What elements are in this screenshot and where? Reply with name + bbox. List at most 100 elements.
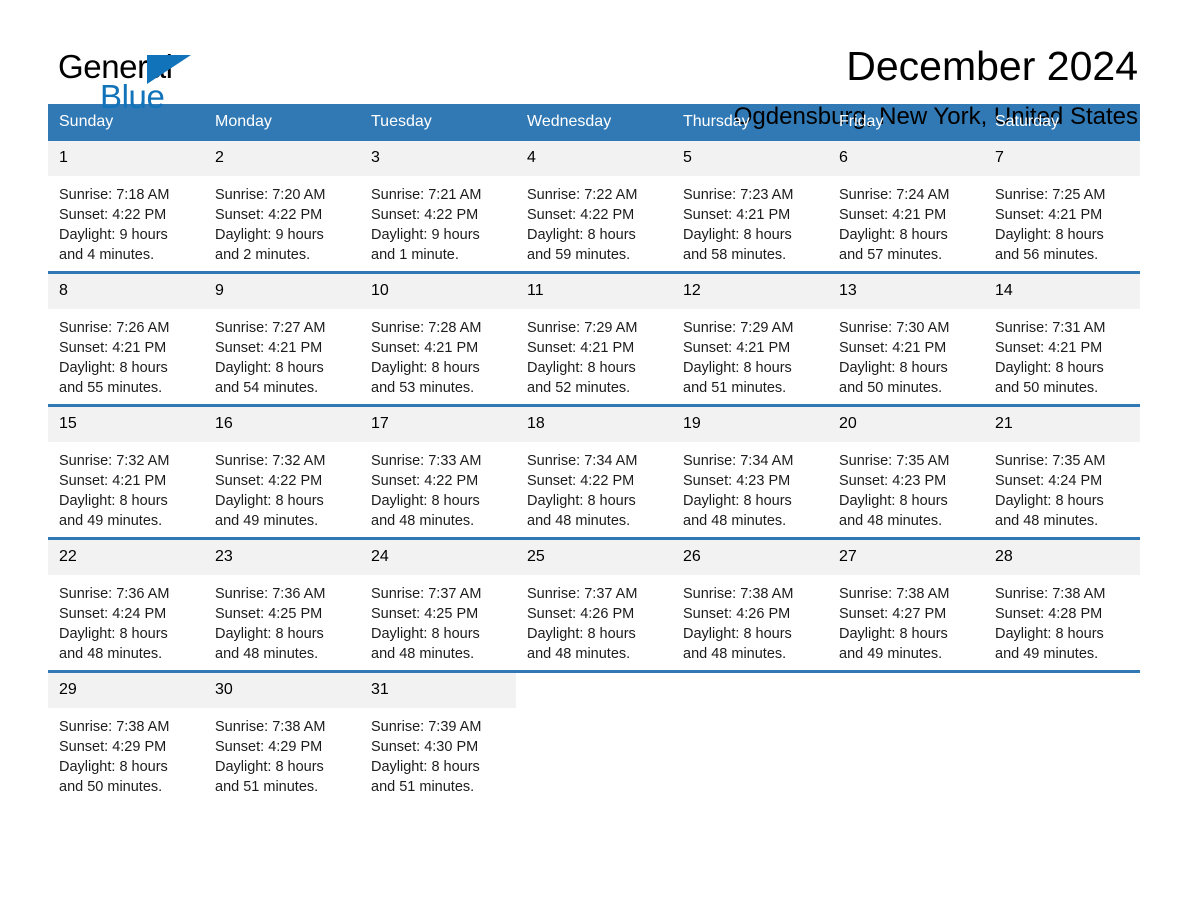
day-daylight1-text: Daylight: 8 hours <box>215 759 324 775</box>
calendar-day-cell[interactable]: 17 Sunrise: 7:33 AM Sunset: 4:22 PM Dayligh… <box>360 404 516 539</box>
calendar-day-cell[interactable]: 30 Sunrise: 7:38 AM Sunset: 4:29 PM Dayligh… <box>204 670 360 803</box>
day-daylight1-text: Daylight: 8 hours <box>215 360 324 376</box>
day-number: 29 <box>48 673 204 708</box>
day-sunset-text: Sunset: 4:21 PM <box>527 340 635 356</box>
calendar-day-cell[interactable]: 31 Sunrise: 7:39 AM Sunset: 4:30 PM Dayligh… <box>360 670 516 803</box>
day-details: Sunrise: 7:29 AM Sunset: 4:21 PM Daylight:… <box>672 309 828 398</box>
calendar-day-cell[interactable]: 24 Sunrise: 7:37 AM Sunset: 4:25 PM Dayligh… <box>360 537 516 672</box>
day-daylight2-text: and 48 minutes. <box>839 513 943 529</box>
day-cell-inner: 21 Sunrise: 7:35 AM Sunset: 4:24 PM Dayligh… <box>984 407 1140 537</box>
day-sunset-text: Sunset: 4:25 PM <box>371 606 479 622</box>
day-daylight1-text: Daylight: 8 hours <box>59 493 168 509</box>
day-sunrise-text: Sunrise: 7:34 AM <box>683 453 794 469</box>
day-sunrise-text: Sunrise: 7:26 AM <box>59 320 170 336</box>
day-cell-inner <box>828 673 984 803</box>
day-sunrise-text: Sunrise: 7:18 AM <box>59 187 170 203</box>
day-number: 20 <box>828 407 984 442</box>
calendar-day-cell[interactable]: 19 Sunrise: 7:34 AM Sunset: 4:23 PM Dayligh… <box>672 404 828 539</box>
day-number: 11 <box>516 274 672 309</box>
day-number: 10 <box>360 274 516 309</box>
calendar-day-cell[interactable]: 8 Sunrise: 7:26 AM Sunset: 4:21 PM Daylight… <box>48 271 204 406</box>
day-sunset-text: Sunset: 4:26 PM <box>527 606 635 622</box>
calendar-week-row: 1 Sunrise: 7:18 AM Sunset: 4:22 PM Daylight… <box>48 141 1140 273</box>
day-details: Sunrise: 7:39 AM Sunset: 4:30 PM Daylight:… <box>360 708 516 797</box>
calendar-day-cell[interactable]: 14 Sunrise: 7:31 AM Sunset: 4:21 PM Dayligh… <box>984 271 1140 406</box>
day-cell-inner: 16 Sunrise: 7:32 AM Sunset: 4:22 PM Dayligh… <box>204 407 360 537</box>
day-number: 21 <box>984 407 1140 442</box>
calendar-day-cell-empty <box>672 670 828 803</box>
page-header: General Blue December 2024 Ogdensburg, N… <box>48 0 1140 130</box>
day-cell-inner: 19 Sunrise: 7:34 AM Sunset: 4:23 PM Dayligh… <box>672 407 828 537</box>
day-details: Sunrise: 7:25 AM Sunset: 4:21 PM Daylight:… <box>984 176 1140 265</box>
calendar-day-cell[interactable]: 10 Sunrise: 7:28 AM Sunset: 4:21 PM Dayligh… <box>360 271 516 406</box>
day-daylight1-text: Daylight: 8 hours <box>839 626 948 642</box>
day-cell-inner: 9 Sunrise: 7:27 AM Sunset: 4:21 PM Daylight… <box>204 274 360 404</box>
day-cell-inner: 3 Sunrise: 7:21 AM Sunset: 4:22 PM Daylight… <box>360 141 516 271</box>
calendar-day-cell[interactable]: 13 Sunrise: 7:30 AM Sunset: 4:21 PM Dayligh… <box>828 271 984 406</box>
calendar-day-cell[interactable]: 20 Sunrise: 7:35 AM Sunset: 4:23 PM Dayligh… <box>828 404 984 539</box>
day-daylight1-text: Daylight: 9 hours <box>59 227 168 243</box>
day-sunrise-text: Sunrise: 7:36 AM <box>59 586 170 602</box>
day-details: Sunrise: 7:26 AM Sunset: 4:21 PM Daylight:… <box>48 309 204 398</box>
day-number: 2 <box>204 141 360 176</box>
calendar-day-cell[interactable]: 22 Sunrise: 7:36 AM Sunset: 4:24 PM Dayligh… <box>48 537 204 672</box>
calendar-day-cell[interactable]: 4 Sunrise: 7:22 AM Sunset: 4:22 PM Daylight… <box>516 141 672 273</box>
day-daylight1-text: Daylight: 8 hours <box>683 493 792 509</box>
calendar-day-cell[interactable]: 5 Sunrise: 7:23 AM Sunset: 4:21 PM Daylight… <box>672 141 828 273</box>
day-cell-inner: 20 Sunrise: 7:35 AM Sunset: 4:23 PM Dayligh… <box>828 407 984 537</box>
calendar-day-cell[interactable]: 9 Sunrise: 7:27 AM Sunset: 4:21 PM Daylight… <box>204 271 360 406</box>
calendar-day-cell[interactable]: 26 Sunrise: 7:38 AM Sunset: 4:26 PM Dayligh… <box>672 537 828 672</box>
calendar-week-row: 8 Sunrise: 7:26 AM Sunset: 4:21 PM Daylight… <box>48 271 1140 406</box>
calendar-day-cell[interactable]: 7 Sunrise: 7:25 AM Sunset: 4:21 PM Daylight… <box>984 141 1140 273</box>
day-details: Sunrise: 7:38 AM Sunset: 4:29 PM Daylight:… <box>204 708 360 797</box>
day-cell-inner: 12 Sunrise: 7:29 AM Sunset: 4:21 PM Dayligh… <box>672 274 828 404</box>
day-number: 24 <box>360 540 516 575</box>
calendar-day-cell-empty <box>984 670 1140 803</box>
day-sunset-text: Sunset: 4:22 PM <box>215 473 323 489</box>
day-cell-inner: 24 Sunrise: 7:37 AM Sunset: 4:25 PM Dayligh… <box>360 540 516 670</box>
day-sunset-text: Sunset: 4:22 PM <box>527 207 635 223</box>
day-daylight1-text: Daylight: 8 hours <box>215 626 324 642</box>
calendar-day-cell[interactable]: 29 Sunrise: 7:38 AM Sunset: 4:29 PM Dayligh… <box>48 670 204 803</box>
calendar-day-cell[interactable]: 6 Sunrise: 7:24 AM Sunset: 4:21 PM Daylight… <box>828 141 984 273</box>
day-daylight1-text: Daylight: 8 hours <box>527 493 636 509</box>
calendar-day-cell[interactable]: 12 Sunrise: 7:29 AM Sunset: 4:21 PM Dayligh… <box>672 271 828 406</box>
day-daylight2-text: and 48 minutes. <box>371 646 475 662</box>
day-daylight1-text: Daylight: 8 hours <box>839 493 948 509</box>
day-sunrise-text: Sunrise: 7:29 AM <box>683 320 794 336</box>
day-details: Sunrise: 7:35 AM Sunset: 4:23 PM Daylight:… <box>828 442 984 531</box>
day-daylight2-text: and 48 minutes. <box>995 513 1099 529</box>
calendar-day-cell[interactable]: 25 Sunrise: 7:37 AM Sunset: 4:26 PM Dayligh… <box>516 537 672 672</box>
calendar-day-cell[interactable]: 21 Sunrise: 7:35 AM Sunset: 4:24 PM Dayligh… <box>984 404 1140 539</box>
day-sunset-text: Sunset: 4:21 PM <box>59 473 167 489</box>
day-sunset-text: Sunset: 4:27 PM <box>839 606 947 622</box>
day-sunset-text: Sunset: 4:24 PM <box>995 473 1103 489</box>
calendar-day-cell[interactable]: 1 Sunrise: 7:18 AM Sunset: 4:22 PM Daylight… <box>48 141 204 273</box>
calendar-day-cell[interactable]: 11 Sunrise: 7:29 AM Sunset: 4:21 PM Dayligh… <box>516 271 672 406</box>
day-daylight2-text: and 48 minutes. <box>527 646 631 662</box>
calendar-day-cell[interactable]: 23 Sunrise: 7:36 AM Sunset: 4:25 PM Dayligh… <box>204 537 360 672</box>
day-cell-inner: 23 Sunrise: 7:36 AM Sunset: 4:25 PM Dayligh… <box>204 540 360 670</box>
day-cell-inner: 8 Sunrise: 7:26 AM Sunset: 4:21 PM Daylight… <box>48 274 204 404</box>
calendar-day-cell[interactable]: 2 Sunrise: 7:20 AM Sunset: 4:22 PM Daylight… <box>204 141 360 273</box>
day-cell-inner: 31 Sunrise: 7:39 AM Sunset: 4:30 PM Dayligh… <box>360 673 516 803</box>
day-sunset-text: Sunset: 4:22 PM <box>371 207 479 223</box>
day-sunset-text: Sunset: 4:28 PM <box>995 606 1103 622</box>
calendar-day-cell[interactable]: 3 Sunrise: 7:21 AM Sunset: 4:22 PM Daylight… <box>360 141 516 273</box>
day-number: 28 <box>984 540 1140 575</box>
day-number: 27 <box>828 540 984 575</box>
calendar-day-cell[interactable]: 18 Sunrise: 7:34 AM Sunset: 4:22 PM Dayligh… <box>516 404 672 539</box>
day-daylight2-text: and 50 minutes. <box>839 380 943 396</box>
day-number: 26 <box>672 540 828 575</box>
day-cell-inner: 1 Sunrise: 7:18 AM Sunset: 4:22 PM Daylight… <box>48 141 204 271</box>
day-daylight2-text: and 49 minutes. <box>839 646 943 662</box>
calendar-day-cell[interactable]: 27 Sunrise: 7:38 AM Sunset: 4:27 PM Dayligh… <box>828 537 984 672</box>
calendar-day-cell[interactable]: 15 Sunrise: 7:32 AM Sunset: 4:21 PM Dayligh… <box>48 404 204 539</box>
day-cell-inner: 29 Sunrise: 7:38 AM Sunset: 4:29 PM Dayligh… <box>48 673 204 803</box>
day-number: 25 <box>516 540 672 575</box>
day-sunrise-text: Sunrise: 7:35 AM <box>995 453 1106 469</box>
calendar-day-cell[interactable]: 16 Sunrise: 7:32 AM Sunset: 4:22 PM Dayligh… <box>204 404 360 539</box>
calendar-day-cell[interactable]: 28 Sunrise: 7:38 AM Sunset: 4:28 PM Dayligh… <box>984 537 1140 672</box>
day-number: 30 <box>204 673 360 708</box>
day-daylight2-text: and 59 minutes. <box>527 247 631 263</box>
